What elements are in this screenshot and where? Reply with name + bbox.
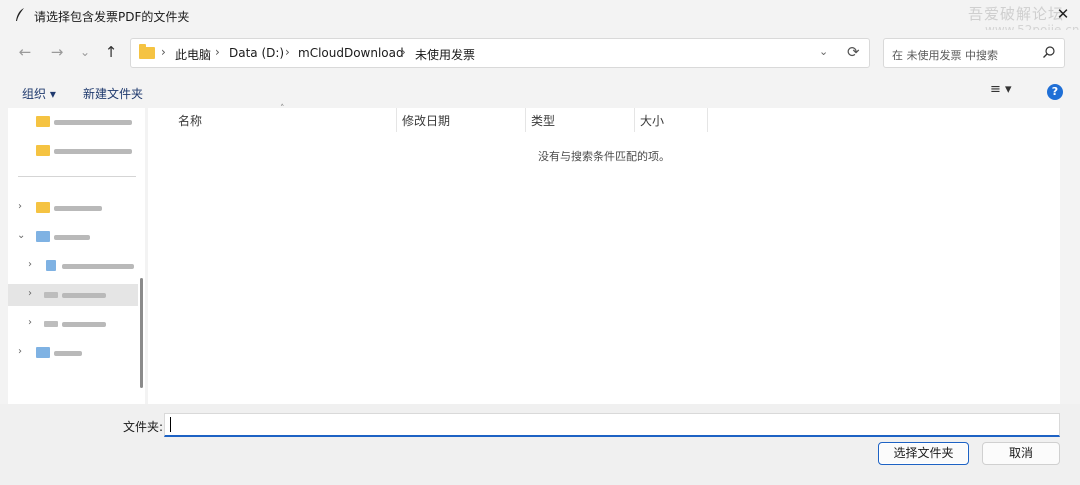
nav-item-selected[interactable]: › xyxy=(8,284,138,306)
nav-item[interactable] xyxy=(8,111,138,133)
blurred-label xyxy=(62,264,134,269)
chevron-right-icon[interactable]: › xyxy=(28,288,32,299)
watermark-text: 吾爱破解论坛 xyxy=(968,5,1065,23)
sort-ascending-icon: ˄ xyxy=(280,104,285,114)
nav-item[interactable]: › xyxy=(8,255,138,277)
text-caret xyxy=(170,417,171,432)
column-divider[interactable] xyxy=(634,108,635,132)
view-options-button[interactable]: ≡ ▾ xyxy=(990,82,1012,97)
address-dropdown-button[interactable]: ⌄ xyxy=(819,45,828,58)
folder-icon xyxy=(36,145,50,156)
nav-item[interactable]: ⌄ xyxy=(8,226,138,248)
up-button[interactable]: ↑ xyxy=(100,42,122,62)
nav-item[interactable] xyxy=(8,140,138,162)
breadcrumb-current-folder[interactable]: 未使用发票 xyxy=(415,46,475,63)
search-input[interactable]: 在 未使用发票 中搜索 xyxy=(883,38,1065,68)
close-button[interactable]: ✕ xyxy=(1052,3,1074,25)
nav-item[interactable]: › xyxy=(8,313,138,335)
title-bar: 请选择包含发票PDF的文件夹 吾爱破解论坛 www.52pojie.cn ✕ xyxy=(0,0,1080,36)
nav-item[interactable]: › xyxy=(8,342,138,364)
breadcrumb-mclouddownload[interactable]: mCloudDownload xyxy=(298,46,404,60)
blurred-label xyxy=(54,120,132,125)
dialog-footer: 文件夹: 选择文件夹 取消 xyxy=(0,404,1080,485)
folder-icon xyxy=(36,202,50,213)
blurred-label xyxy=(54,351,82,356)
nav-item[interactable]: › xyxy=(8,197,138,219)
select-folder-button[interactable]: 选择文件夹 xyxy=(878,442,969,465)
command-bar: 组织 ▾ 新建文件夹 ≡ ▾ ? xyxy=(0,76,1080,108)
column-header-name[interactable]: 名称 xyxy=(178,112,202,129)
folder-name-label: 文件夹: xyxy=(123,420,164,434)
refresh-button[interactable]: ⟳ xyxy=(847,43,860,61)
breadcrumb-separator: › xyxy=(161,45,166,59)
search-placeholder: 在 未使用发票 中搜索 xyxy=(892,49,998,62)
folder-icon xyxy=(139,44,155,59)
navigation-bar: ← → ⌄ ↑ › 此电脑 › Data (D:) › mCloudDownlo… xyxy=(0,30,1080,76)
network-icon xyxy=(36,347,50,358)
column-header-date-modified[interactable]: 修改日期 xyxy=(402,112,450,129)
file-list[interactable]: ˄ 名称 修改日期 类型 大小 没有与搜索条件匹配的项。 xyxy=(148,104,1060,404)
folder-icon xyxy=(36,116,50,127)
breadcrumb-separator: › xyxy=(401,45,406,59)
recent-locations-button[interactable]: ⌄ xyxy=(74,42,96,62)
feather-icon xyxy=(16,8,24,21)
file-list-scrollbar[interactable] xyxy=(1060,108,1075,404)
column-divider[interactable] xyxy=(707,108,708,132)
chevron-right-icon[interactable]: › xyxy=(18,346,22,357)
drive-icon xyxy=(44,292,58,298)
back-button[interactable]: ← xyxy=(14,42,36,62)
breadcrumb-data-drive[interactable]: Data (D:) xyxy=(229,46,284,60)
blurred-label xyxy=(54,206,102,211)
blurred-label xyxy=(54,149,132,154)
window-title: 请选择包含发票PDF的文件夹 xyxy=(34,10,190,24)
blurred-label xyxy=(62,322,106,327)
organize-menu[interactable]: 组织 ▾ xyxy=(22,85,56,102)
column-header-size[interactable]: 大小 xyxy=(640,112,664,129)
blurred-label xyxy=(54,235,90,240)
new-folder-button[interactable]: 新建文件夹 xyxy=(83,85,143,102)
column-divider[interactable] xyxy=(396,108,397,132)
navigation-pane: › ⌄ › › › › xyxy=(8,108,145,404)
cancel-button[interactable]: 取消 xyxy=(982,442,1060,465)
chevron-right-icon[interactable]: › xyxy=(28,259,32,270)
drive-icon xyxy=(46,260,56,271)
chevron-down-icon[interactable]: ⌄ xyxy=(17,230,25,241)
breadcrumb-separator: › xyxy=(285,45,290,59)
help-icon[interactable]: ? xyxy=(1047,84,1063,100)
divider xyxy=(18,176,136,177)
chevron-right-icon[interactable]: › xyxy=(18,201,22,212)
drive-icon xyxy=(44,321,58,327)
folder-name-input[interactable] xyxy=(164,413,1060,437)
search-icon[interactable] xyxy=(1042,45,1056,59)
computer-icon xyxy=(36,231,50,242)
empty-state-message: 没有与搜索条件匹配的项。 xyxy=(538,150,670,163)
chevron-right-icon[interactable]: › xyxy=(28,317,32,328)
address-bar[interactable]: › 此电脑 › Data (D:) › mCloudDownload › 未使用… xyxy=(130,38,870,68)
forward-button[interactable]: → xyxy=(46,42,68,62)
column-divider[interactable] xyxy=(525,108,526,132)
column-header-type[interactable]: 类型 xyxy=(531,112,555,129)
sidebar-scrollbar[interactable] xyxy=(140,278,143,388)
blurred-label xyxy=(62,293,106,298)
breadcrumb-this-pc[interactable]: 此电脑 xyxy=(175,46,211,63)
breadcrumb-separator: › xyxy=(215,45,220,59)
